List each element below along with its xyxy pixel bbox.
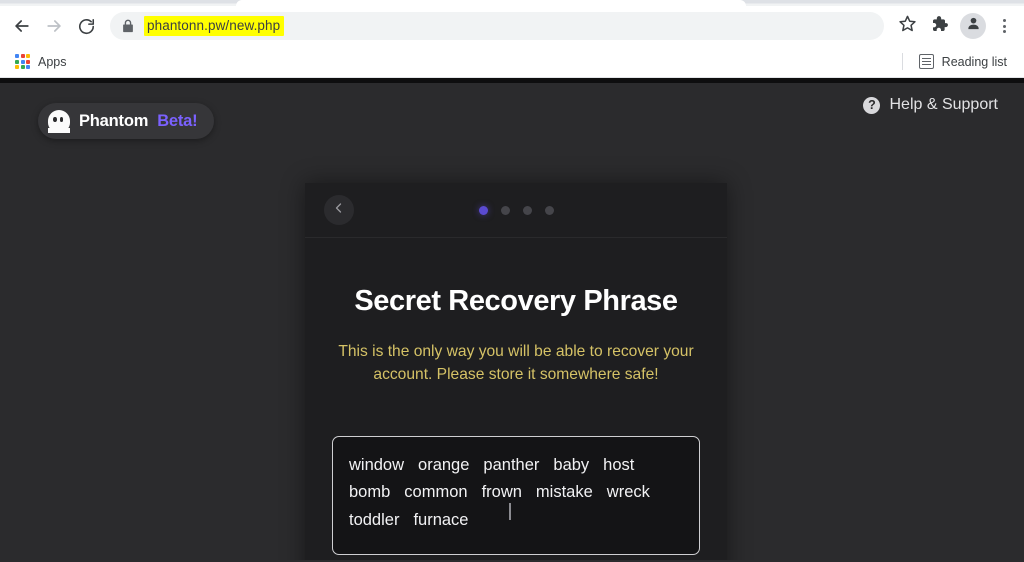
reading-list-label: Reading list <box>941 54 1007 69</box>
seed-word: toddler <box>349 510 400 529</box>
reload-button[interactable] <box>70 10 102 42</box>
modal-header <box>305 183 727 238</box>
page-content: Phantom Beta! ? Help & Support Secret Re… <box>0 78 1024 560</box>
browser-menu-button[interactable] <box>992 19 1016 33</box>
bookmark-apps[interactable]: Apps <box>8 51 74 72</box>
step-dot-3[interactable] <box>522 205 532 215</box>
back-button[interactable] <box>6 10 38 42</box>
browser-toolbar: phantonn.pw/new.php <box>0 6 1024 46</box>
seed-phrase-box[interactable]: window orange panther baby host bomb com… <box>332 435 700 556</box>
lock-icon <box>122 19 134 33</box>
seed-word: common <box>404 483 468 502</box>
profile-button[interactable] <box>960 13 986 39</box>
bookmarks-bar: Apps Reading list <box>0 46 1024 78</box>
reload-icon <box>77 17 96 36</box>
page-title: Secret Recovery Phrase <box>354 285 678 317</box>
seed-word: bomb <box>349 483 391 502</box>
seed-word: orange <box>418 455 470 474</box>
step-dot-4[interactable] <box>544 205 554 215</box>
page-top-band <box>0 78 1024 83</box>
step-dot-2[interactable] <box>500 205 510 215</box>
seed-phrase-words: window orange panther baby host bomb com… <box>349 454 683 532</box>
brand-beta-label: Beta! <box>157 111 198 130</box>
help-and-support-label: Help & Support <box>889 96 998 113</box>
reading-list-icon <box>918 54 934 69</box>
step-dot-1[interactable] <box>478 205 488 215</box>
address-bar[interactable]: phantonn.pw/new.php <box>110 12 884 40</box>
step-indicator <box>305 205 727 215</box>
arrow-left-icon <box>12 16 32 36</box>
extensions-button[interactable] <box>924 11 954 41</box>
tab-strip <box>0 0 1024 6</box>
url-text[interactable]: phantonn.pw/new.php <box>144 16 285 36</box>
seed-word: panther <box>483 455 540 474</box>
seed-word: frown <box>481 483 522 502</box>
reading-list-button[interactable]: Reading list <box>912 51 1014 72</box>
bookmarks-divider <box>901 53 903 70</box>
seed-word: host <box>603 455 635 474</box>
forward-button[interactable] <box>38 10 70 42</box>
help-and-support-link[interactable]: ? Help & Support <box>863 96 998 114</box>
brand-name: Phantom <box>79 111 149 130</box>
seed-word: wreck <box>606 483 650 502</box>
star-icon <box>898 14 917 38</box>
bookmark-star-button[interactable] <box>892 11 922 41</box>
arrow-right-icon <box>44 16 64 36</box>
text-cursor <box>509 502 511 520</box>
avatar-icon <box>965 15 982 37</box>
question-circle-icon: ? <box>863 96 881 114</box>
puzzle-icon <box>929 14 949 39</box>
seed-word: furnace <box>413 510 469 529</box>
seed-word: window <box>349 455 405 474</box>
kebab-menu-icon <box>1002 19 1006 22</box>
browser-chrome: phantonn.pw/new.php Apps Reading list <box>0 0 1024 78</box>
bookmark-apps-label: Apps <box>38 54 67 69</box>
phantom-brand-logo: Phantom Beta! <box>38 103 215 139</box>
warning-text: This is the only way you will be able to… <box>338 343 694 383</box>
seed-word: baby <box>553 455 590 474</box>
ghost-icon <box>48 110 70 133</box>
apps-grid-icon <box>15 54 30 69</box>
seed-word: mistake <box>535 483 593 502</box>
modal-body: Secret Recovery Phrase This is the only … <box>305 285 727 560</box>
onboarding-modal: Secret Recovery Phrase This is the only … <box>305 183 727 560</box>
